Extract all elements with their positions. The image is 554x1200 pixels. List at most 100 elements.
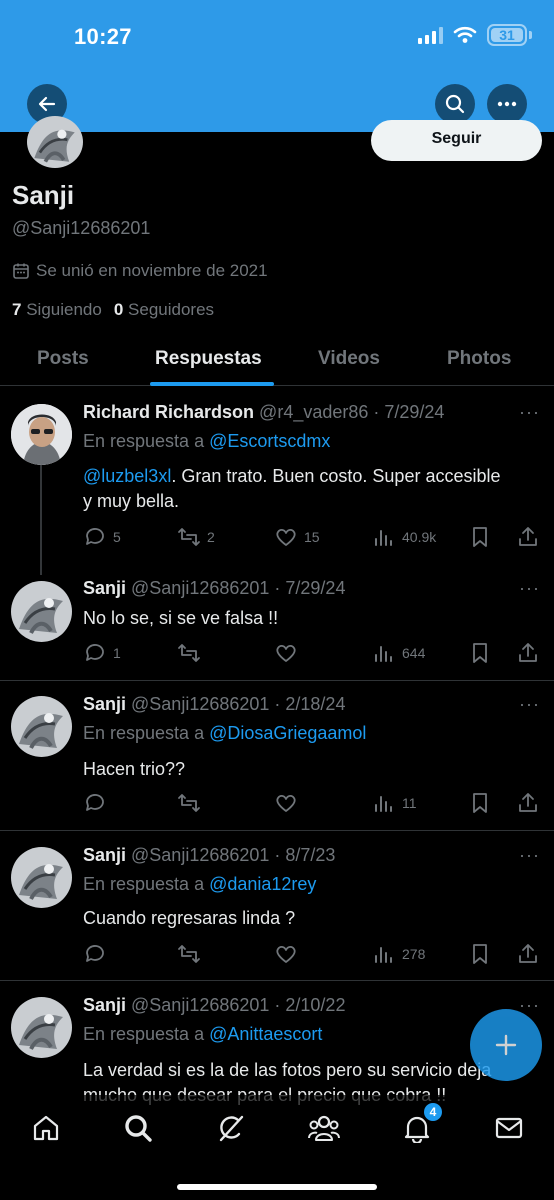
plus-icon [495, 1034, 517, 1056]
thread-connector [40, 465, 42, 575]
like-button[interactable]: 15 [274, 525, 320, 549]
reply-icon [86, 644, 104, 661]
bookmark-icon [473, 944, 487, 964]
mention-link[interactable]: @luzbel3xl [83, 466, 171, 486]
reply-to-link[interactable]: @dania12rey [209, 874, 316, 894]
retweet-icon [178, 644, 200, 662]
retweet-button[interactable] [177, 791, 201, 815]
reply-context: En respuesta a @Anittaescort [83, 1024, 323, 1044]
share-icon [519, 944, 537, 963]
like-button[interactable] [274, 791, 298, 815]
reply-context: En respuesta a @Escortscdmx [83, 431, 331, 451]
reply-button[interactable]: 1 [83, 641, 121, 665]
avatar[interactable] [11, 581, 72, 642]
bookmark-button[interactable] [468, 525, 492, 549]
avatar[interactable] [11, 696, 72, 757]
notifications-badge: 4 [424, 1103, 442, 1121]
share-button[interactable] [516, 942, 540, 966]
more-button[interactable] [487, 84, 527, 124]
following-link[interactable]: 7 Siguiendo [12, 300, 102, 320]
divider [0, 980, 554, 981]
bookmark-button[interactable] [468, 791, 492, 815]
tab-videos[interactable]: Videos [318, 348, 380, 370]
reply-context: En respuesta a @DiosaGriegaamol [83, 723, 367, 743]
profile-name: Sanji [12, 180, 75, 210]
divider [0, 680, 554, 681]
home-indicator [177, 1184, 377, 1190]
retweet-button[interactable]: 2 [177, 525, 215, 549]
bookmark-button[interactable] [468, 641, 492, 665]
tweet-more-icon[interactable]: ··· [519, 578, 540, 599]
retweet-button[interactable] [177, 942, 201, 966]
avatar[interactable] [11, 847, 72, 908]
reply-button[interactable]: 5 [83, 525, 121, 549]
tab-posts[interactable]: Posts [37, 348, 89, 370]
follow-button[interactable]: Seguir [371, 120, 542, 161]
retweet-icon [178, 794, 200, 812]
author-meta: @r4_vader86 · 7/29/24 [254, 402, 445, 422]
views-button[interactable]: 278 [372, 942, 425, 966]
reply-icon [86, 945, 104, 962]
tweet-more-icon[interactable]: ··· [519, 402, 540, 423]
tweet-actions: 1 644 [83, 641, 543, 665]
nav-home[interactable] [29, 1111, 63, 1145]
retweet-button[interactable] [177, 641, 201, 665]
like-button[interactable] [274, 942, 298, 966]
author-name[interactable]: Sanji [83, 694, 126, 714]
reply-icon [86, 528, 104, 545]
tweet-text: Cuando regresaras linda ? [83, 908, 296, 928]
author-name[interactable]: Sanji [83, 995, 126, 1015]
bookmark-button[interactable] [468, 942, 492, 966]
like-icon [276, 945, 296, 963]
tab-respuestas[interactable]: Respuestas [155, 348, 262, 370]
views-button[interactable]: 40.9k [372, 525, 436, 549]
bookmark-icon [473, 643, 487, 663]
author-name[interactable]: Sanji [83, 845, 126, 865]
reply-button[interactable] [83, 791, 107, 815]
reply-to-link[interactable]: @Anittaescort [209, 1024, 322, 1044]
tweet-more-icon[interactable]: ··· [519, 694, 540, 715]
share-icon [519, 643, 537, 662]
cellular-signal-icon [418, 26, 443, 44]
tweet-header: Sanji @Sanji12686201 · 8/7/23 [83, 845, 335, 866]
mail-icon [495, 1117, 523, 1139]
tweet-header: Sanji @Sanji12686201 · 2/10/22 [83, 995, 345, 1016]
tweet-header: Richard Richardson @r4_vader86 · 7/29/24 [83, 402, 444, 423]
nav-communities[interactable] [307, 1111, 341, 1145]
followers-link[interactable]: 0 Seguidores [114, 300, 214, 320]
reply-button[interactable] [83, 942, 107, 966]
avatar[interactable] [11, 404, 72, 465]
author-name[interactable]: Richard Richardson [83, 402, 254, 422]
back-arrow-icon [38, 96, 56, 112]
tweet-actions: 5 2 15 40.9k [83, 525, 543, 549]
avatar[interactable] [11, 997, 72, 1058]
nav-messages[interactable] [492, 1111, 526, 1145]
status-indicators: 31 [418, 24, 532, 46]
author-name[interactable]: Sanji [83, 578, 126, 598]
battery-level: 31 [499, 27, 515, 43]
compose-button[interactable] [470, 1009, 542, 1081]
nav-grok[interactable] [214, 1111, 248, 1145]
reply-icon [86, 794, 104, 811]
tab-photos[interactable]: Photos [447, 348, 511, 370]
reply-to-link[interactable]: @Escortscdmx [209, 431, 330, 451]
reply-to-link[interactable]: @DiosaGriegaamol [209, 723, 366, 743]
share-button[interactable] [516, 525, 540, 549]
profile-avatar[interactable] [27, 116, 83, 168]
tweet-header: Sanji @Sanji12686201 · 7/29/24 [83, 578, 345, 599]
like-button[interactable] [274, 641, 298, 665]
like-icon [276, 794, 296, 812]
share-button[interactable] [516, 791, 540, 815]
search-button[interactable] [435, 84, 475, 124]
tweet-text: No lo se, si se ve falsa !! [83, 608, 279, 628]
views-icon [375, 646, 392, 662]
views-button[interactable]: 644 [372, 641, 425, 665]
views-icon [375, 530, 392, 546]
views-icon [375, 947, 392, 963]
share-icon [519, 527, 537, 546]
nav-search[interactable] [121, 1111, 155, 1145]
share-button[interactable] [516, 641, 540, 665]
tweet-more-icon[interactable]: ··· [519, 845, 540, 866]
views-button[interactable]: 11 [372, 791, 417, 815]
calendar-icon [13, 263, 29, 279]
